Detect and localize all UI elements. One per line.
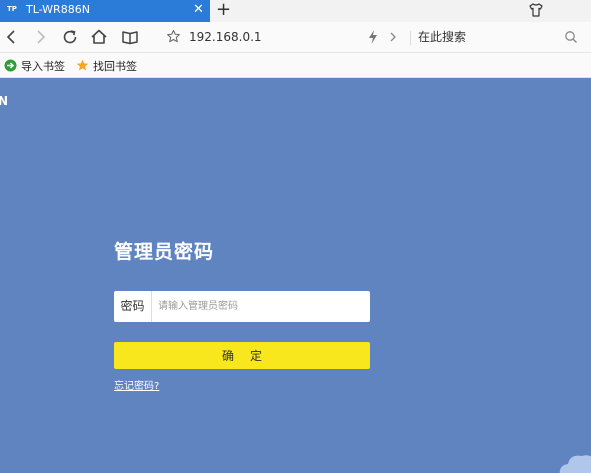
navigation-bar: 192.168.0.1 bbox=[0, 22, 591, 53]
router-login-page: N 管理员密码 密码 确定 忘记密码? bbox=[0, 79, 591, 473]
tp-link-favicon-icon: TP bbox=[7, 5, 17, 13]
cloud-decoration-icon bbox=[559, 455, 591, 473]
search-input[interactable] bbox=[418, 28, 558, 46]
star-icon bbox=[76, 59, 89, 71]
password-field[interactable]: 密码 bbox=[114, 291, 370, 322]
address-bar[interactable]: 192.168.0.1 bbox=[158, 27, 403, 48]
forward-icon[interactable] bbox=[30, 27, 50, 47]
cut-off-logo-text: N bbox=[0, 94, 9, 108]
bookmark-label: 找回书签 bbox=[93, 60, 137, 73]
search-box[interactable] bbox=[414, 27, 584, 48]
forgot-password-link[interactable]: 忘记密码? bbox=[114, 377, 159, 392]
bookmark-label: 导入书签 bbox=[21, 60, 65, 73]
confirm-button[interactable]: 确定 bbox=[114, 342, 370, 369]
import-bookmark-icon bbox=[4, 59, 17, 72]
chevron-right-icon[interactable] bbox=[389, 30, 397, 44]
star-outline-icon[interactable] bbox=[166, 29, 181, 44]
tab-tl-wr886n[interactable]: TP TL-WR886N ✕ bbox=[0, 0, 210, 22]
page-title: 管理员密码 bbox=[114, 241, 215, 263]
search-icon[interactable] bbox=[564, 30, 578, 44]
back-icon[interactable] bbox=[2, 27, 22, 47]
divider bbox=[410, 31, 411, 45]
tab-title: TL-WR886N bbox=[26, 3, 90, 16]
tshirt-skin-icon[interactable] bbox=[528, 2, 544, 18]
new-tab-plus-icon[interactable]: + bbox=[216, 0, 231, 21]
tab-bar: TP TL-WR886N ✕ + bbox=[0, 0, 591, 22]
lightning-icon[interactable] bbox=[368, 30, 378, 44]
bookmark-book-icon[interactable] bbox=[120, 27, 140, 47]
url-text[interactable]: 192.168.0.1 bbox=[189, 30, 262, 44]
bookmarks-bar: 导入书签 找回书签 bbox=[0, 53, 591, 78]
home-icon[interactable] bbox=[89, 27, 109, 47]
password-label: 密码 bbox=[114, 291, 152, 322]
reload-icon[interactable] bbox=[60, 27, 80, 47]
close-tab-icon[interactable]: ✕ bbox=[193, 2, 204, 18]
password-input[interactable] bbox=[158, 297, 363, 316]
